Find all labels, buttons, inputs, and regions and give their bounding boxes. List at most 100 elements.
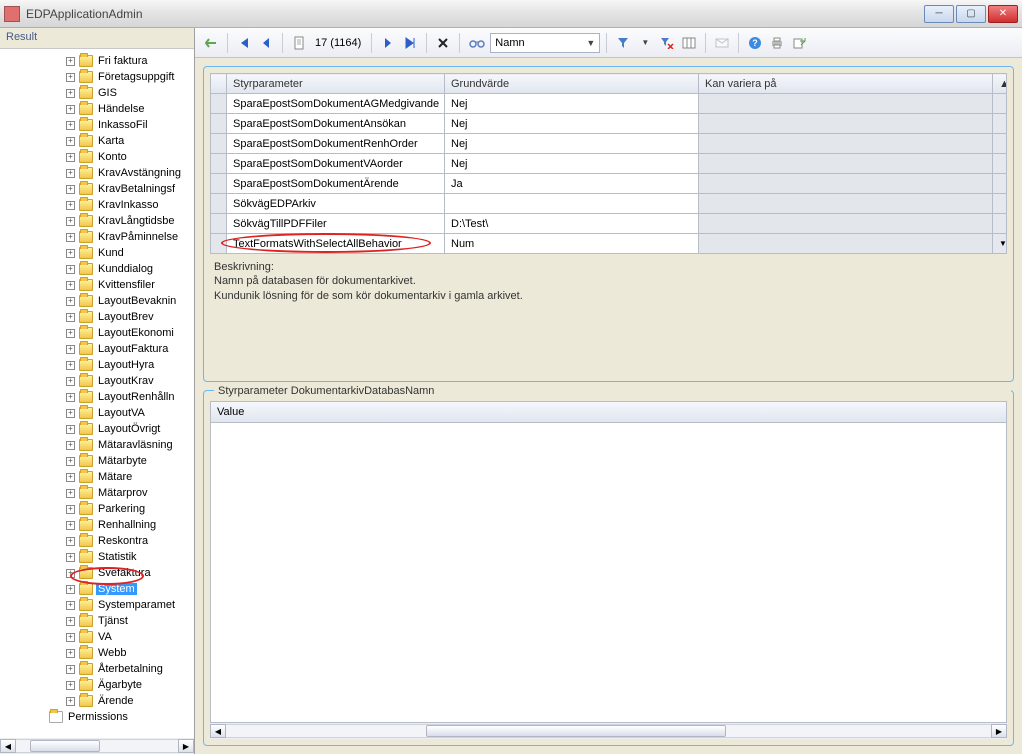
cell-grundvarde[interactable]: Num	[445, 234, 699, 254]
tree-item[interactable]: +Händelse	[4, 101, 194, 117]
help-icon[interactable]: ?	[745, 32, 765, 54]
minimize-button[interactable]: ─	[924, 5, 954, 23]
delete-icon[interactable]	[433, 32, 453, 54]
row-selector[interactable]	[211, 234, 227, 254]
cell-grundvarde[interactable]: Ja	[445, 174, 699, 194]
tree-item[interactable]: +Mätarbyte	[4, 453, 194, 469]
grid-header-grundvarde[interactable]: Grundvärde	[445, 74, 699, 94]
tree-item[interactable]: +Återbetalning	[4, 661, 194, 677]
row-selector[interactable]	[211, 194, 227, 214]
grid-row[interactable]: TextFormatsWithSelectAllBehaviorNum▼	[211, 234, 1007, 254]
expand-icon[interactable]: +	[66, 601, 75, 610]
cell-styrparameter[interactable]: SparaEpostSomDokumentAnsökan	[227, 114, 445, 134]
tree-item[interactable]: +Kunddialog	[4, 261, 194, 277]
tree-item[interactable]: +LayoutBrev	[4, 309, 194, 325]
expand-icon[interactable]: +	[66, 569, 75, 578]
grid-row[interactable]: SparaEpostSomDokumentAGMedgivandeNej	[211, 94, 1007, 114]
expand-icon[interactable]: +	[66, 329, 75, 338]
expand-icon[interactable]: +	[66, 537, 75, 546]
cell-styrparameter[interactable]: SparaEpostSomDokumentÄrende	[227, 174, 445, 194]
tree-item[interactable]: +LayoutVA	[4, 405, 194, 421]
expand-icon[interactable]: +	[66, 377, 75, 386]
expand-icon[interactable]: +	[66, 185, 75, 194]
nav-page-icon[interactable]	[289, 32, 309, 54]
scroll-track[interactable]	[16, 739, 178, 753]
expand-icon[interactable]: +	[66, 217, 75, 226]
tree-item[interactable]: +KravLångtidsbe	[4, 213, 194, 229]
expand-icon[interactable]: +	[66, 313, 75, 322]
nav-prev-icon[interactable]	[256, 32, 276, 54]
cell-grundvarde[interactable]: Nej	[445, 114, 699, 134]
expand-icon[interactable]: +	[66, 617, 75, 626]
expand-icon[interactable]: +	[66, 649, 75, 658]
row-selector[interactable]	[211, 114, 227, 134]
tree-item[interactable]: +KravBetalningsf	[4, 181, 194, 197]
binoculars-icon[interactable]	[466, 32, 488, 54]
expand-icon[interactable]: +	[66, 425, 75, 434]
grid-scroll-track[interactable]	[993, 94, 1007, 114]
expand-icon[interactable]: +	[66, 441, 75, 450]
sidebar-h-scrollbar[interactable]: ◀ ▶	[0, 738, 194, 754]
tree-item[interactable]: +LayoutHyra	[4, 357, 194, 373]
row-selector[interactable]	[211, 134, 227, 154]
expand-icon[interactable]: +	[66, 361, 75, 370]
cell-grundvarde[interactable]	[445, 194, 699, 214]
nav-last-icon[interactable]	[400, 32, 420, 54]
expand-icon[interactable]: +	[66, 697, 75, 706]
cell-kanvariera[interactable]	[699, 194, 993, 214]
expand-icon[interactable]: +	[66, 73, 75, 82]
expand-icon[interactable]: +	[66, 409, 75, 418]
expand-icon[interactable]: +	[66, 585, 75, 594]
grid-scroll-track[interactable]	[993, 194, 1007, 214]
expand-icon[interactable]: +	[66, 121, 75, 130]
parameter-grid[interactable]: Styrparameter Grundvärde Kan variera på …	[210, 73, 1007, 254]
expand-icon[interactable]: +	[66, 393, 75, 402]
cell-kanvariera[interactable]	[699, 234, 993, 254]
tree-item[interactable]: +Parkering	[4, 501, 194, 517]
grid-scroll-track[interactable]	[993, 174, 1007, 194]
scroll-left-button[interactable]: ◀	[210, 724, 226, 738]
tree-item[interactable]: +Reskontra	[4, 533, 194, 549]
scroll-right-button[interactable]: ▶	[991, 724, 1007, 738]
tree-item[interactable]: +LayoutÖvrigt	[4, 421, 194, 437]
tree-item[interactable]: +Ärende	[4, 693, 194, 709]
value-header[interactable]: Value	[210, 401, 1007, 423]
expand-icon[interactable]: +	[66, 233, 75, 242]
cell-kanvariera[interactable]	[699, 114, 993, 134]
value-h-scrollbar[interactable]: ◀ ▶	[210, 723, 1007, 739]
scroll-track[interactable]	[226, 724, 991, 738]
tree-item[interactable]: +KravInkasso	[4, 197, 194, 213]
tree-item[interactable]: +Webb	[4, 645, 194, 661]
grid-header-kanvariera[interactable]: Kan variera på	[699, 74, 993, 94]
maximize-button[interactable]: ▢	[956, 5, 986, 23]
expand-icon[interactable]: +	[66, 505, 75, 514]
tree-item[interactable]: +Mätarprov	[4, 485, 194, 501]
grid-row[interactable]: SökvägEDPArkiv	[211, 194, 1007, 214]
expand-icon[interactable]: +	[66, 265, 75, 274]
tree-item[interactable]: +GIS	[4, 85, 194, 101]
cell-grundvarde[interactable]: Nej	[445, 154, 699, 174]
tree-item[interactable]: +Företagsuppgift	[4, 69, 194, 85]
grid-row[interactable]: SparaEpostSomDokumentVAorderNej	[211, 154, 1007, 174]
row-selector[interactable]	[211, 174, 227, 194]
expand-icon[interactable]: +	[66, 137, 75, 146]
grid-scroll-track[interactable]	[993, 214, 1007, 234]
grid-scroll-up[interactable]: ▲	[993, 74, 1007, 94]
grid-row[interactable]: SökvägTillPDFFilerD:\Test\	[211, 214, 1007, 234]
tree-item[interactable]: +LayoutEkonomi	[4, 325, 194, 341]
expand-icon[interactable]: +	[66, 281, 75, 290]
scroll-thumb[interactable]	[426, 725, 726, 737]
expand-icon[interactable]: +	[66, 665, 75, 674]
columns-icon[interactable]	[679, 32, 699, 54]
expand-icon[interactable]: +	[66, 553, 75, 562]
tree-item[interactable]: +LayoutBevaknin	[4, 293, 194, 309]
scroll-right-button[interactable]: ▶	[178, 739, 194, 753]
expand-icon[interactable]: +	[66, 57, 75, 66]
cell-kanvariera[interactable]	[699, 134, 993, 154]
tree-item[interactable]: +Mätaravläsning	[4, 437, 194, 453]
grid-row[interactable]: SparaEpostSomDokumentRenhOrderNej	[211, 134, 1007, 154]
cell-kanvariera[interactable]	[699, 174, 993, 194]
nav-next-icon[interactable]	[378, 32, 398, 54]
expand-icon[interactable]: +	[66, 105, 75, 114]
expand-icon[interactable]: +	[66, 633, 75, 642]
